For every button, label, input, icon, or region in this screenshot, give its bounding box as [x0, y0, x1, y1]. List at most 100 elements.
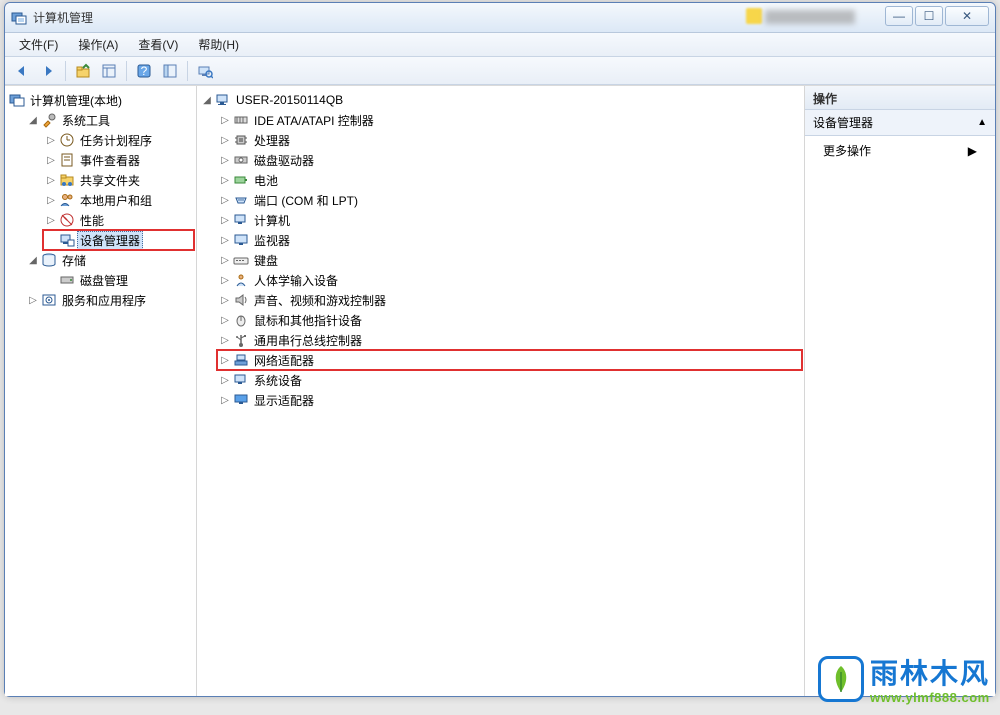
content-area: 计算机管理(本地) ◢ 系统工具 ▷任务计划程序 ▷事件查看器 ▷共享文件夹 [5, 85, 995, 696]
node-label: 监视器 [251, 231, 293, 250]
expand-icon[interactable]: ▷ [219, 214, 231, 226]
tree-system-tools[interactable]: ◢ 系统工具 ▷任务计划程序 ▷事件查看器 ▷共享文件夹 ▷ 本地用户和组 ▷ 性能 [25, 110, 194, 250]
menu-action[interactable]: 操作(A) [70, 34, 126, 55]
node-label: 鼠标和其他指针设备 [251, 311, 365, 330]
users-icon [59, 192, 75, 208]
storage-icon [41, 252, 57, 268]
show-hide-tree-button[interactable] [159, 60, 181, 82]
expand-icon[interactable]: ▷ [219, 374, 231, 386]
device-display[interactable]: ▷显示适配器 [217, 390, 802, 410]
node-label: 本地用户和组 [77, 191, 155, 210]
services-icon [41, 292, 57, 308]
expand-icon[interactable]: ▷ [219, 274, 231, 286]
disk-icon [59, 272, 75, 288]
expand-icon[interactable]: ▷ [219, 174, 231, 186]
tree-task-scheduler[interactable]: ▷任务计划程序 [43, 130, 194, 150]
tree-storage[interactable]: ◢ 存储 ▷磁盘管理 [25, 250, 194, 290]
device-ide[interactable]: ▷ IDE ATA/ATAPI 控制器 [217, 110, 802, 130]
network-icon [233, 352, 249, 368]
expand-icon[interactable]: ▷ [219, 114, 231, 126]
tree-disk-mgmt[interactable]: ▷磁盘管理 [43, 270, 194, 290]
expand-icon[interactable]: ▷ [219, 354, 231, 366]
device-mouse[interactable]: ▷ 鼠标和其他指针设备 [217, 310, 802, 330]
device-network[interactable]: ▷网络适配器 [217, 350, 802, 370]
device-battery[interactable]: ▷电池 [217, 170, 802, 190]
device-disk-drives[interactable]: ▷磁盘驱动器 [217, 150, 802, 170]
properties-button[interactable] [98, 60, 120, 82]
minimize-button[interactable]: — [885, 6, 913, 26]
expand-icon[interactable]: ▷ [219, 394, 231, 406]
expand-icon[interactable]: ▷ [45, 154, 57, 166]
titlebar[interactable]: 计算机管理 — ☐ ✕ [5, 3, 995, 33]
forward-button[interactable] [37, 60, 59, 82]
toolbar-separator [65, 61, 66, 81]
close-button[interactable]: ✕ [945, 6, 989, 26]
event-icon [59, 152, 75, 168]
disk-drive-icon [233, 152, 249, 168]
maximize-button[interactable]: ☐ [915, 6, 943, 26]
center-panel: ◢ USER-20150114QB ▷IDE ATA/ATAPI 控制器 ▷处理… [197, 86, 805, 696]
device-hid[interactable]: ▷人体学输入设备 [217, 270, 802, 290]
expand-icon[interactable]: ▷ [45, 214, 57, 226]
console-tree[interactable]: 计算机管理(本地) ◢ 系统工具 ▷任务计划程序 ▷事件查看器 ▷共享文件夹 [5, 86, 196, 314]
tree-performance[interactable]: ▷ 性能 [43, 210, 194, 230]
device-monitor[interactable]: ▷ 监视器 [217, 230, 802, 250]
device-system-devices[interactable]: ▷ 系统设备 [217, 370, 802, 390]
tree-event-viewer[interactable]: ▷事件查看器 [43, 150, 194, 170]
node-label: 服务和应用程序 [59, 291, 149, 310]
node-label: 系统工具 [59, 111, 113, 130]
tree-local-users[interactable]: ▷ 本地用户和组 [43, 190, 194, 210]
device-tree[interactable]: ◢ USER-20150114QB ▷IDE ATA/ATAPI 控制器 ▷处理… [197, 86, 804, 414]
expand-icon[interactable]: ▷ [45, 194, 57, 206]
usb-icon [233, 332, 249, 348]
expand-icon[interactable]: ▷ [27, 294, 39, 306]
node-label: 声音、视频和游戏控制器 [251, 291, 389, 310]
expand-icon[interactable]: ▷ [219, 254, 231, 266]
device-cpu[interactable]: ▷处理器 [217, 130, 802, 150]
action-more[interactable]: 更多操作 ▶ [805, 136, 995, 165]
collapse-icon[interactable]: ◢ [201, 94, 213, 106]
menu-file[interactable]: 文件(F) [11, 34, 66, 55]
device-root[interactable]: ◢ USER-20150114QB ▷IDE ATA/ATAPI 控制器 ▷处理… [199, 90, 802, 410]
menu-view[interactable]: 查看(V) [130, 34, 186, 55]
expand-icon[interactable]: ▷ [219, 234, 231, 246]
back-button[interactable] [11, 60, 33, 82]
expand-icon[interactable]: ▷ [219, 334, 231, 346]
tree-root[interactable]: 计算机管理(本地) ◢ 系统工具 ▷任务计划程序 ▷事件查看器 ▷共享文件夹 [7, 90, 194, 310]
collapse-icon[interactable]: ◢ [27, 114, 39, 126]
help-button[interactable]: ? [133, 60, 155, 82]
expand-icon[interactable]: ▷ [219, 134, 231, 146]
action-label: 更多操作 [823, 142, 871, 159]
tree-services-apps[interactable]: ▷ 服务和应用程序 [25, 290, 194, 310]
device-sound[interactable]: ▷ 声音、视频和游戏控制器 [217, 290, 802, 310]
monitor-icon [233, 232, 249, 248]
actions-panel: 操作 设备管理器 ▲ 更多操作 ▶ [805, 86, 995, 696]
expand-icon[interactable]: ▷ [45, 134, 57, 146]
actions-header: 操作 [805, 86, 995, 110]
expand-icon[interactable]: ▷ [45, 174, 57, 186]
node-label: 系统设备 [251, 371, 305, 390]
logo-text-en: www.ylmf888.com [870, 690, 990, 705]
up-button[interactable] [72, 60, 94, 82]
device-usb[interactable]: ▷通用串行总线控制器 [217, 330, 802, 350]
device-keyboard[interactable]: ▷键盘 [217, 250, 802, 270]
expand-icon[interactable]: ▷ [219, 154, 231, 166]
tree-device-manager[interactable]: ▷设备管理器 [43, 230, 194, 250]
window-controls: — ☐ ✕ [885, 6, 989, 26]
device-ports[interactable]: ▷端口 (COM 和 LPT) [217, 190, 802, 210]
collapse-icon[interactable]: ◢ [27, 254, 39, 266]
expand-icon[interactable]: ▷ [219, 194, 231, 206]
logo-glyph [818, 656, 864, 702]
node-label: 性能 [77, 211, 107, 230]
expand-icon[interactable]: ▷ [219, 294, 231, 306]
logo-text-cn: 雨林木风 [870, 652, 990, 692]
node-label: IDE ATA/ATAPI 控制器 [251, 111, 377, 130]
taskbar-blur-icon [746, 8, 762, 24]
scan-hardware-button[interactable] [194, 60, 216, 82]
watermark-logo: 雨林木风 www.ylmf888.com [818, 652, 990, 705]
device-computer[interactable]: ▷计算机 [217, 210, 802, 230]
actions-section[interactable]: 设备管理器 ▲ [805, 110, 995, 136]
tree-shared-folders[interactable]: ▷共享文件夹 [43, 170, 194, 190]
expand-icon[interactable]: ▷ [219, 314, 231, 326]
menu-help[interactable]: 帮助(H) [190, 34, 247, 55]
